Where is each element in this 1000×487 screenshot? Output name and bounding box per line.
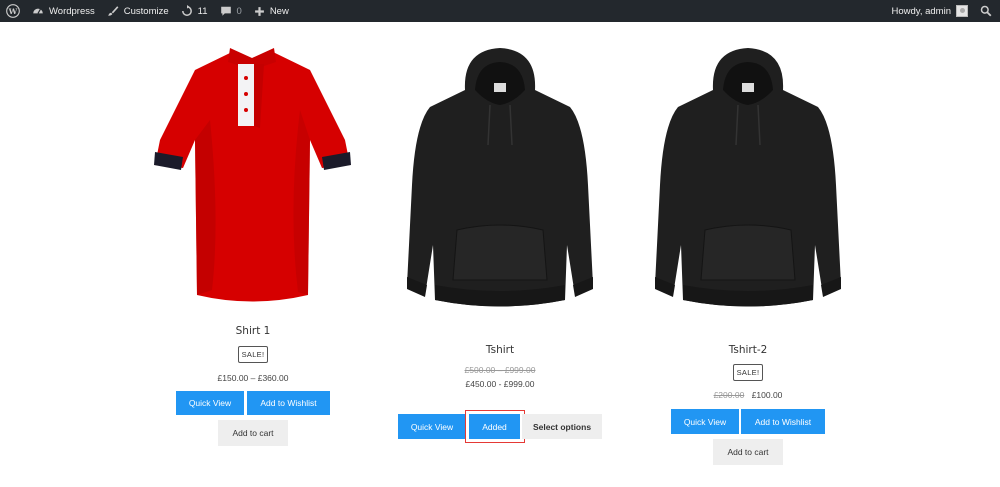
price-range: £450.00 - £999.00: [465, 379, 535, 389]
paintbrush-icon: [107, 6, 119, 16]
product-image-black-hoodie[interactable]: [405, 45, 595, 317]
sale-badge: SALE!: [237, 346, 269, 363]
quick-view-button[interactable]: Quick View: [176, 391, 244, 415]
product-title[interactable]: Tshirt-2: [648, 344, 848, 356]
customize-link[interactable]: Customize: [101, 0, 175, 22]
wordpress-logo-icon[interactable]: W: [0, 0, 26, 22]
updates-icon: [181, 5, 192, 16]
price: £100.00: [751, 390, 783, 400]
search-button[interactable]: [974, 0, 1000, 22]
plus-icon: [254, 6, 264, 16]
new-label: New: [269, 5, 289, 17]
sale-badge: SALE!: [732, 364, 764, 381]
updates-link[interactable]: 11: [175, 0, 214, 22]
add-to-cart-button[interactable]: Add to cart: [713, 439, 783, 465]
product-card-tshirt: Tshirt £500.00 – £999.00 £450.00 - £999.…: [400, 344, 600, 389]
updates-count: 11: [197, 5, 208, 17]
product-title[interactable]: Shirt 1: [153, 325, 353, 337]
svg-text:W: W: [8, 7, 18, 16]
add-to-cart-button[interactable]: Add to cart: [218, 420, 288, 446]
account-menu[interactable]: Howdy, admin: [886, 0, 975, 22]
admin-bar: W Wordpress Customize 11 0 New Howdy, ad…: [0, 0, 1000, 22]
new-content-link[interactable]: New: [248, 0, 295, 22]
comments-link[interactable]: 0: [214, 0, 248, 22]
select-options-button[interactable]: Select options: [522, 414, 602, 439]
quick-view-button[interactable]: Quick View: [671, 409, 739, 434]
customize-label: Customize: [123, 5, 169, 17]
old-price: £200.00: [713, 390, 745, 400]
product-title[interactable]: Tshirt: [400, 344, 600, 356]
product-image-black-hoodie[interactable]: [653, 45, 843, 317]
add-to-wishlist-button[interactable]: Add to Wishlist: [247, 391, 330, 415]
avatar: [956, 5, 968, 17]
product-card-shirt-1: Shirt 1 SALE! £150.00 – £360.00: [153, 325, 353, 383]
site-name: Wordpress: [49, 5, 95, 17]
greeting: Howdy, admin: [891, 5, 952, 17]
product-image-red-shirt[interactable]: [150, 40, 355, 310]
quick-view-button[interactable]: Quick View: [398, 414, 466, 439]
comment-icon: [220, 6, 231, 16]
search-icon: [980, 5, 992, 17]
add-to-wishlist-button[interactable]: Add to Wishlist: [741, 409, 825, 434]
price-range: £150.00 – £360.00: [217, 373, 289, 383]
comments-count: 0: [236, 5, 242, 17]
dashboard-icon: [33, 8, 43, 14]
highlight-box: [465, 410, 525, 443]
site-name-link[interactable]: Wordpress: [26, 0, 101, 22]
old-price-range: £500.00 – £999.00: [464, 365, 536, 375]
product-card-tshirt-2: Tshirt-2 SALE! £200.00 £100.00: [648, 344, 848, 400]
